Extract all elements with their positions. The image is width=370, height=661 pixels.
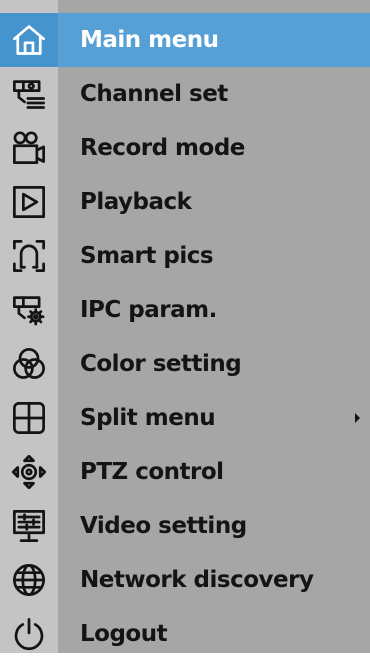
menu-item-network-discovery[interactable]: Network discovery bbox=[0, 553, 370, 607]
globe-icon bbox=[0, 553, 58, 607]
menu-item-channel-set[interactable]: Channel set bbox=[0, 67, 370, 121]
menu-item-record-mode[interactable]: Record mode bbox=[0, 121, 370, 175]
menu-item-label: PTZ control bbox=[80, 459, 224, 485]
menu-item-color-setting[interactable]: Color setting bbox=[0, 337, 370, 391]
home-icon bbox=[0, 13, 58, 67]
menu-item-split-menu[interactable]: Split menu bbox=[0, 391, 370, 445]
menu-item-label: Video setting bbox=[80, 513, 247, 539]
menu-item-label: Playback bbox=[80, 189, 192, 215]
menu-item-label: Color setting bbox=[80, 351, 242, 377]
menu-item-smart-pics[interactable]: Smart pics bbox=[0, 229, 370, 283]
menu-item-label: Record mode bbox=[80, 135, 245, 161]
menu-item-ipc-param[interactable]: IPC param. bbox=[0, 283, 370, 337]
split-grid-icon bbox=[0, 391, 58, 445]
menu-item-video-setting[interactable]: Video setting bbox=[0, 499, 370, 553]
submenu-arrow-icon bbox=[355, 413, 360, 423]
menu-item-label: Main menu bbox=[80, 27, 219, 53]
ptz-arrows-icon bbox=[0, 445, 58, 499]
menu-item-ptz-control[interactable]: PTZ control bbox=[0, 445, 370, 499]
color-circles-icon bbox=[0, 337, 58, 391]
menu-item-label: Split menu bbox=[80, 405, 216, 431]
menu-item-playback[interactable]: Playback bbox=[0, 175, 370, 229]
menu-item-label: IPC param. bbox=[80, 297, 217, 323]
camera-gear-icon bbox=[0, 283, 58, 337]
menu-item-main-menu[interactable]: Main menu bbox=[0, 13, 370, 67]
camera-list-icon bbox=[0, 67, 58, 121]
menu-item-label: Smart pics bbox=[80, 243, 214, 269]
monitor-sliders-icon bbox=[0, 499, 58, 553]
context-menu: Main menu Channel set Record mode Playba… bbox=[0, 0, 370, 653]
play-icon bbox=[0, 175, 58, 229]
video-camera-icon bbox=[0, 121, 58, 175]
face-frame-icon bbox=[0, 229, 58, 283]
menu-item-label: Network discovery bbox=[80, 567, 314, 593]
menu-item-label: Channel set bbox=[80, 81, 228, 107]
